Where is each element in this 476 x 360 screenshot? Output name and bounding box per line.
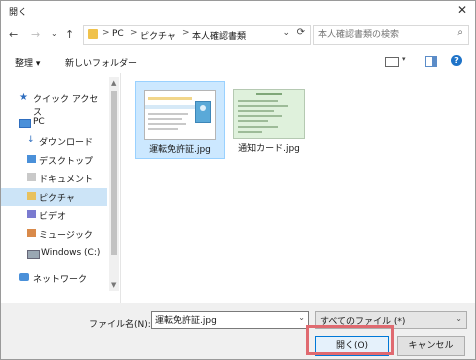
network-icon — [19, 273, 29, 281]
filename-field[interactable]: ⌄ — [151, 311, 309, 329]
navigation-bar: ← → ⌄ ↑ > PC > ピクチャ > 本人確認書類 ⌄ ⟳ ⌕ — [1, 23, 475, 47]
dialog-footer: ファイル名(N): ⌄ すべてのファイル (*) ⌄ 開く(O) キャンセル — [1, 303, 475, 359]
sidebar-item-label: PC — [33, 117, 45, 127]
chevron-right-icon: > — [102, 28, 110, 38]
organize-button[interactable]: 整理 ▾ — [15, 56, 40, 69]
folder-icon — [27, 192, 36, 200]
sidebar-item-videos[interactable]: ビデオ — [1, 206, 107, 224]
scrollbar-thumb[interactable] — [111, 91, 117, 255]
filename-label: ファイル名(N): — [89, 320, 151, 330]
sidebar-item-label: ネットワーク — [33, 275, 88, 285]
sidebar-scrollbar[interactable]: ▲ ▼ — [109, 77, 119, 291]
folder-icon — [27, 173, 36, 181]
file-name: 運転免許証.jpg — [149, 145, 211, 155]
file-item-notification-card[interactable]: 通知カード.jpg — [225, 81, 313, 157]
sidebar-item-label: ミュージック — [39, 231, 93, 241]
sidebar-item-music[interactable]: ミュージック — [1, 225, 107, 243]
navigation-pane: ★ クイック アクセス PC ↓ ダウンロード デスクトップ ドキュメント ピク… — [1, 77, 121, 295]
file-list: 運転免許証.jpg 通知カード.jpg — [123, 73, 475, 303]
drivers-license-thumbnail — [144, 90, 216, 140]
search-icon: ⌕ — [457, 27, 463, 38]
chevron-down-icon[interactable]: ⌄ — [298, 313, 305, 322]
breadcrumb-pc[interactable]: PC — [112, 29, 124, 39]
command-toolbar: 整理 ▾ 新しいフォルダー ▾ ? — [1, 49, 475, 73]
folder-icon — [27, 229, 36, 237]
address-dropdown-icon[interactable]: ⌄ — [282, 28, 290, 38]
open-file-dialog: 開く ✕ ← → ⌄ ↑ > PC > ピクチャ > 本人確認書類 ⌄ ⟳ ⌕ … — [0, 0, 476, 360]
star-icon: ★ — [19, 92, 28, 103]
computer-icon — [19, 119, 31, 128]
scroll-down-icon[interactable]: ▼ — [111, 281, 116, 289]
sidebar-item-pc[interactable]: PC — [1, 114, 107, 132]
address-bar[interactable]: > PC > ピクチャ > 本人確認書類 ⌄ ⟳ — [83, 25, 311, 45]
title-bar: 開く ✕ — [1, 1, 475, 21]
file-item-drivers-license[interactable]: 運転免許証.jpg — [135, 81, 225, 159]
sidebar-item-documents[interactable]: ドキュメント — [1, 169, 107, 187]
breadcrumb-id-documents[interactable]: 本人確認書類 — [192, 29, 246, 42]
sidebar-item-network[interactable]: ネットワーク — [1, 269, 107, 287]
dialog-title: 開く — [9, 8, 28, 18]
file-name: 通知カード.jpg — [238, 144, 300, 154]
sidebar-item-label: ピクチャ — [39, 194, 75, 204]
preview-pane-icon[interactable] — [425, 56, 437, 67]
folder-icon — [27, 155, 36, 163]
pane-divider[interactable] — [120, 73, 121, 303]
scroll-up-icon[interactable]: ▲ — [111, 79, 116, 87]
sidebar-item-pictures[interactable]: ピクチャ — [1, 188, 107, 206]
forward-arrow-icon[interactable]: → — [31, 28, 40, 41]
open-button-highlight — [306, 325, 394, 355]
sidebar-item-label: ビデオ — [39, 212, 67, 222]
folder-icon — [27, 210, 36, 218]
up-arrow-icon[interactable]: ↑ — [65, 28, 74, 41]
chevron-right-icon: > — [182, 28, 190, 38]
recent-locations-chevron-icon[interactable]: ⌄ — [51, 29, 58, 38]
sidebar-item-quick-access[interactable]: ★ クイック アクセス — [1, 89, 107, 118]
sidebar-item-label: デスクトップ — [39, 157, 94, 167]
search-box[interactable]: ⌕ — [313, 25, 469, 45]
sidebar-item-windows-c[interactable]: Windows (C:) — [1, 245, 107, 263]
view-dropdown-icon[interactable]: ▾ — [402, 55, 406, 63]
search-input[interactable] — [318, 28, 446, 41]
cancel-button[interactable]: キャンセル — [397, 336, 465, 356]
folder-icon — [88, 29, 98, 39]
chevron-right-icon: > — [130, 28, 138, 38]
sidebar-item-label: Windows (C:) — [41, 248, 101, 258]
refresh-icon[interactable]: ⟳ — [297, 27, 305, 38]
breadcrumb-pictures[interactable]: ピクチャ — [140, 29, 176, 42]
sidebar-item-downloads[interactable]: ↓ ダウンロード — [1, 132, 107, 150]
notification-card-thumbnail — [233, 89, 305, 139]
back-arrow-icon[interactable]: ← — [9, 28, 18, 41]
sidebar-item-label: ダウンロード — [39, 138, 94, 148]
sidebar-item-label: ドキュメント — [39, 175, 94, 185]
filename-input[interactable] — [155, 313, 275, 326]
close-icon[interactable]: ✕ — [457, 3, 467, 17]
download-icon: ↓ — [27, 135, 35, 145]
help-icon[interactable]: ? — [451, 55, 462, 66]
chevron-down-icon: ⌄ — [455, 314, 462, 323]
view-mode-icon[interactable] — [385, 57, 399, 67]
sidebar-item-desktop[interactable]: デスクトップ — [1, 151, 107, 169]
new-folder-button[interactable]: 新しいフォルダー — [65, 56, 137, 69]
drive-icon — [27, 250, 40, 259]
